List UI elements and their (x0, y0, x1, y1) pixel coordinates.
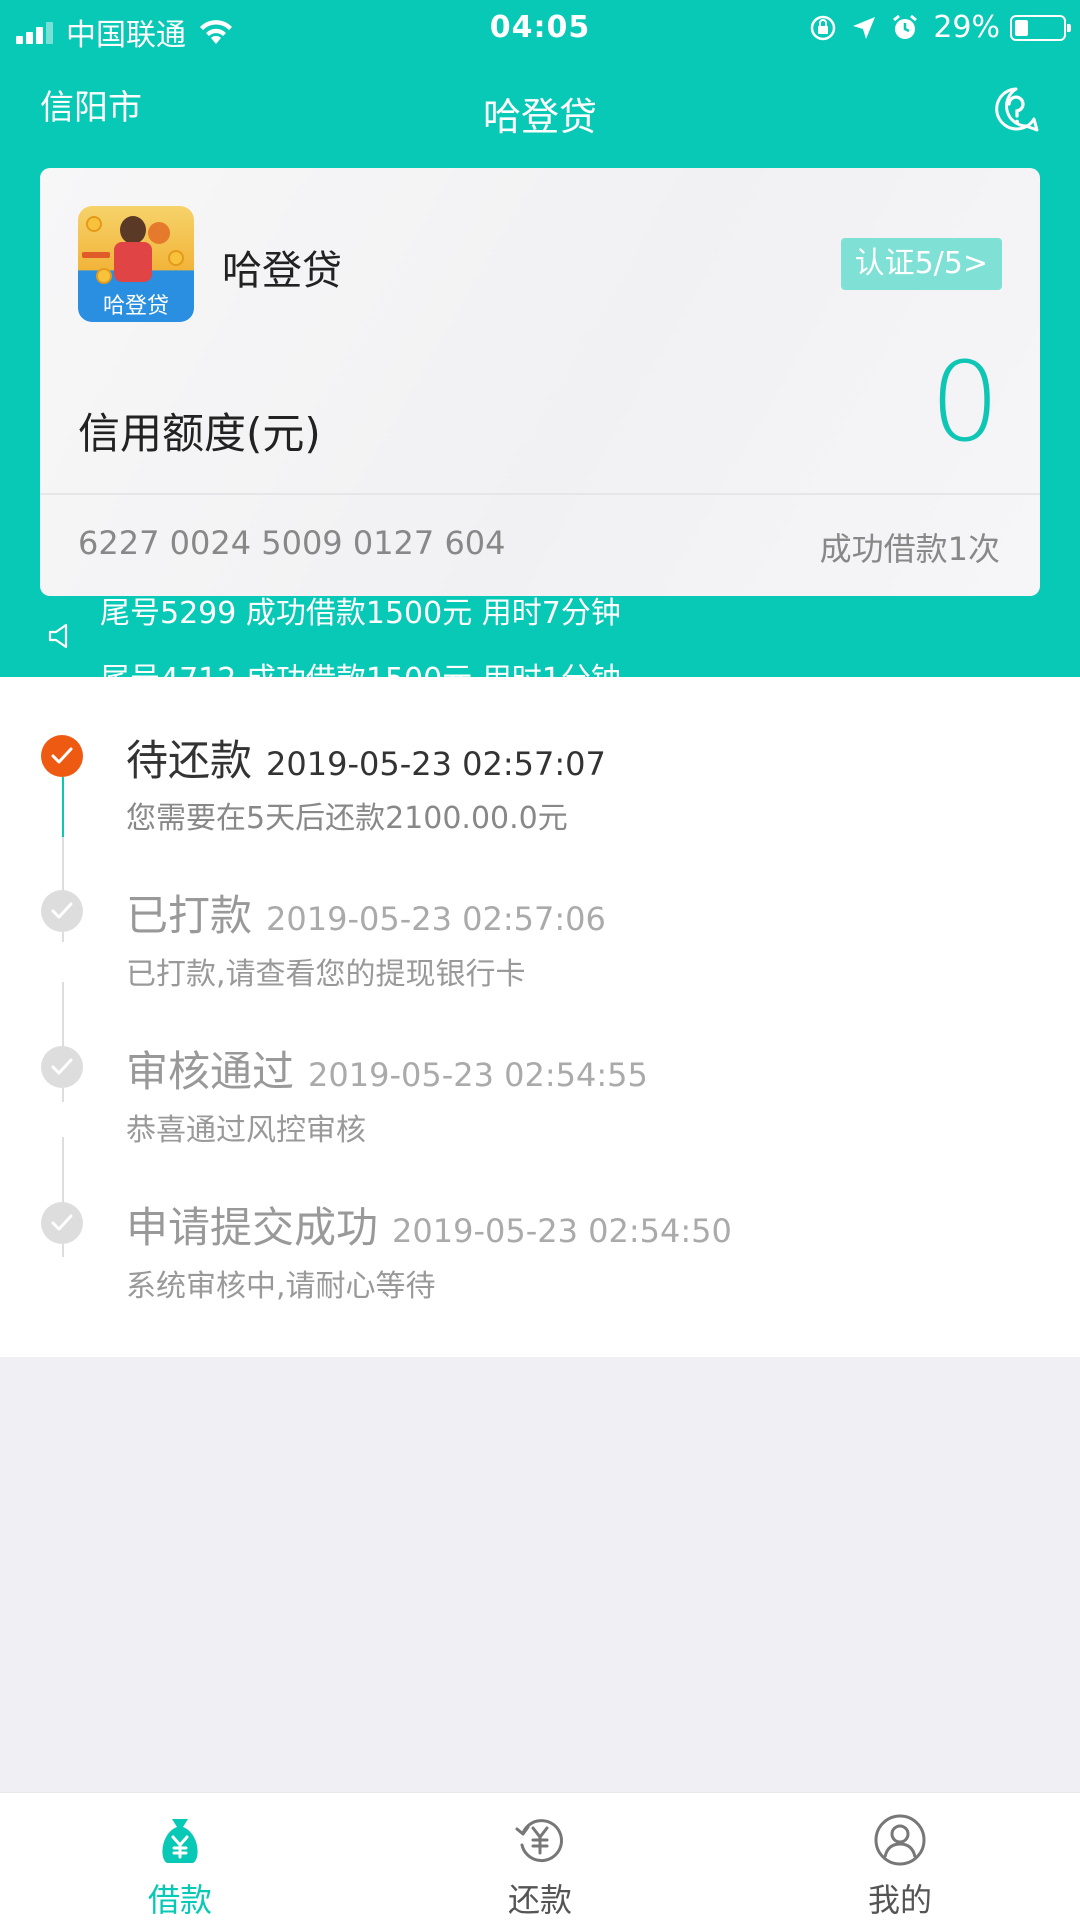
step-time: 2019-05-23 02:57:07 (266, 745, 606, 783)
tab-label: 我的 (867, 1881, 932, 1919)
tab-borrow[interactable]: 借款 (0, 1793, 360, 1920)
battery-icon (1010, 14, 1071, 41)
step-time: 2019-05-23 02:57:06 (266, 900, 606, 938)
page-title: 哈登贷 (482, 95, 597, 139)
nav-bar: 信阳市 哈登贷 (0, 56, 1080, 166)
check-icon (41, 735, 83, 777)
location-icon (853, 16, 876, 39)
timeline-connector (62, 777, 64, 837)
step-title: 申请提交成功 2019-05-23 02:54:50 (126, 1194, 732, 1255)
check-icon (41, 1202, 83, 1244)
step-title-text: 申请提交成功 (126, 1203, 379, 1252)
step-title: 已打款 2019-05-23 02:57:06 (126, 882, 606, 943)
check-icon (41, 890, 83, 932)
step-time: 2019-05-23 02:54:50 (392, 1212, 732, 1250)
status-bar: 中国联通 04:05 29% (0, 0, 1080, 56)
speaker-icon (48, 623, 68, 649)
notice-line: 尾号5299 成功借款1500元 用时7分钟 (100, 596, 621, 631)
check-icon (41, 1046, 83, 1088)
repay-icon (515, 1819, 564, 1863)
credit-card[interactable]: 哈登贷 哈登贷 认证5/5> 信用额度(元) 0 6227 0024 5009 … (40, 168, 1040, 596)
step-title-text: 待还款 (126, 736, 253, 785)
bank-card-number: 6227 0024 5009 0127 604 (78, 524, 506, 562)
battery-percent: 29% (933, 10, 1000, 45)
step-title: 审核通过 2019-05-23 02:54:55 (126, 1038, 648, 1099)
rotation-lock-icon (811, 15, 836, 40)
step-desc: 您需要在5天后还款2100.00.0元 (126, 801, 568, 836)
step-title: 待还款 2019-05-23 02:57:07 (126, 727, 606, 788)
step-title-text: 审核通过 (126, 1047, 295, 1096)
tab-mine[interactable]: 我的 (720, 1793, 1080, 1920)
user-icon (874, 1814, 926, 1866)
alarm-icon (893, 14, 918, 39)
logo-text: 哈登贷 (102, 294, 169, 319)
step-desc: 系统审核中,请耐心等待 (126, 1269, 436, 1304)
credit-value: 0 (930, 338, 1000, 466)
tab-label: 借款 (147, 1881, 212, 1919)
credit-label: 信用额度(元) (78, 409, 321, 458)
auth-badge[interactable]: 认证5/5> (840, 238, 1002, 290)
loan-status-timeline: 待还款 2019-05-23 02:57:07 您需要在5天后还款2100.00.… (0, 677, 1080, 1357)
bottom-tab-bar: 借款 还款 我的 (0, 1792, 1080, 1920)
tab-label: 还款 (507, 1881, 572, 1919)
step-title-text: 已打款 (126, 891, 253, 940)
header-area: 中国联通 04:05 29% 信阳市 哈登贷 哈登贷 哈登贷 认证5/5> 信用… (0, 0, 1080, 677)
tab-repay[interactable]: 还款 (360, 1793, 720, 1920)
step-time: 2019-05-23 02:54:55 (308, 1056, 648, 1094)
notice-marquee: 尾号5299 成功借款1500元 用时7分钟 尾号4712 成功借款1500元 … (0, 596, 1080, 677)
app-name: 哈登贷 (222, 248, 342, 294)
money-bag-icon (162, 1819, 198, 1863)
help-icon[interactable] (992, 86, 1040, 134)
step-desc: 恭喜通过风控审核 (126, 1113, 366, 1148)
card-divider (40, 493, 1040, 495)
notice-line: 尾号4712 成功借款1500元 用时1分钟 (100, 654, 621, 677)
step-desc: 已打款,请查看您的提现银行卡 (126, 957, 526, 992)
loan-success-count: 成功借款1次 (819, 530, 1000, 568)
app-logo: 哈登贷 (78, 206, 194, 322)
